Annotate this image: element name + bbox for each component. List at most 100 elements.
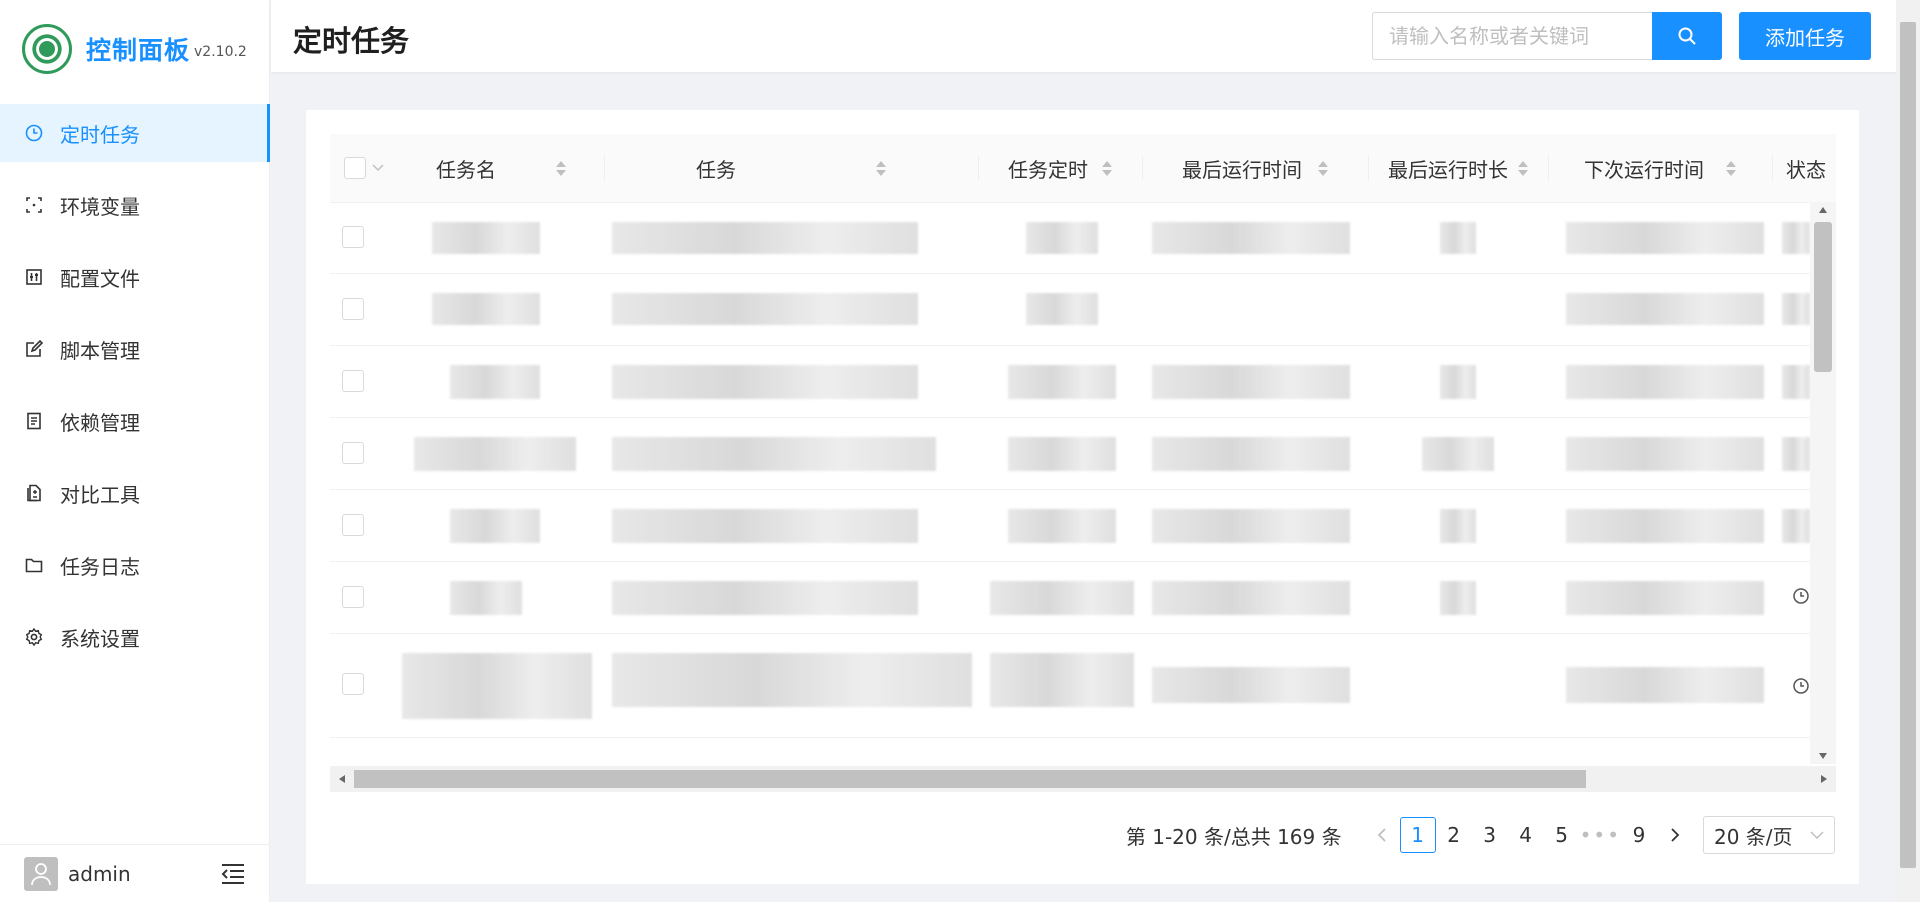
blurred-cell (1782, 222, 1810, 254)
sidebar-item-config[interactable]: 配置文件 (0, 248, 270, 306)
user-icon (31, 862, 51, 885)
row-checkbox[interactable] (342, 514, 364, 536)
clock-icon (24, 123, 44, 143)
chevron-down-icon[interactable] (372, 164, 384, 172)
blurred-cell (1566, 222, 1764, 254)
menu-collapse-icon[interactable] (220, 863, 246, 885)
column-header-schedule[interactable]: 任务定时 (978, 134, 1142, 202)
sort-icon[interactable] (556, 160, 566, 176)
page-size-select[interactable]: 20 条/页 (1703, 816, 1835, 854)
blurred-cell (1782, 437, 1810, 471)
search-input[interactable] (1372, 12, 1652, 60)
table-row[interactable] (330, 345, 1810, 418)
scroll-left-icon[interactable] (338, 774, 346, 784)
brand-version: v2.10.2 (194, 44, 247, 60)
blurred-cell (612, 581, 918, 615)
search-button[interactable] (1652, 12, 1722, 60)
blurred-cell (1440, 581, 1476, 615)
blurred-cell (1566, 509, 1764, 543)
blurred-cell (1152, 667, 1350, 703)
column-header-name[interactable]: 任务名 (398, 134, 604, 202)
page-2[interactable]: 2 (1436, 817, 1472, 853)
sidebar-item-logs[interactable]: 任务日志 (0, 536, 270, 594)
row-checkbox[interactable] (342, 226, 364, 248)
blurred-cell (990, 653, 1134, 707)
search-bar (1372, 12, 1722, 60)
add-task-button[interactable]: 添加任务 (1739, 12, 1871, 60)
column-header-command[interactable]: 任务 (604, 134, 978, 202)
page-4[interactable]: 4 (1508, 817, 1544, 853)
page-1[interactable]: 1 (1399, 817, 1436, 853)
blurred-cell (1152, 437, 1350, 471)
prev-page-button[interactable] (1364, 817, 1400, 853)
column-header-last-run[interactable]: 最后运行时间 (1142, 134, 1368, 202)
column-header-status[interactable]: 状态 (1786, 134, 1836, 202)
blurred-cell (450, 365, 540, 399)
column-header-label: 任务 (696, 157, 736, 182)
avatar[interactable] (24, 856, 58, 891)
blurred-cell (1008, 509, 1116, 543)
blurred-cell (612, 509, 918, 543)
sidebar-item-env[interactable]: 环境变量 (0, 176, 270, 234)
table-row[interactable] (330, 561, 1810, 634)
blurred-cell (612, 437, 936, 471)
blurred-cell (612, 653, 972, 707)
edit-icon (24, 339, 44, 359)
table-horizontal-scrollbar-thumb[interactable] (354, 770, 1586, 788)
page-scrollbar-thumb[interactable] (1900, 22, 1916, 868)
column-header-label: 任务定时 (1008, 157, 1088, 182)
column-header-next-run[interactable]: 下次运行时间 (1548, 134, 1772, 202)
table-vertical-scrollbar-thumb[interactable] (1814, 222, 1832, 372)
clock-icon (1793, 678, 1809, 694)
row-checkbox[interactable] (342, 370, 364, 392)
table-row[interactable] (330, 273, 1810, 346)
page-3[interactable]: 3 (1472, 817, 1508, 853)
blurred-cell (1566, 437, 1764, 471)
scroll-down-icon[interactable] (1818, 752, 1828, 760)
sidebar-item-scripts[interactable]: 脚本管理 (0, 320, 270, 378)
blurred-cell (1152, 581, 1350, 615)
sort-icon[interactable] (1102, 160, 1112, 176)
next-page-button[interactable] (1657, 817, 1693, 853)
sidebar-item-crontab[interactable]: 定时任务 (0, 104, 270, 162)
table-row[interactable] (330, 489, 1810, 562)
blurred-cell (432, 293, 540, 325)
page-scrollbar[interactable] (1896, 0, 1920, 902)
sidebar-item-label: 任务日志 (60, 554, 140, 579)
column-header-last-duration[interactable]: 最后运行时长 (1368, 134, 1548, 202)
sidebar-item-settings[interactable]: 系统设置 (0, 608, 270, 666)
sort-icon[interactable] (1518, 160, 1528, 176)
select-all-checkbox[interactable] (344, 157, 366, 179)
table-row[interactable] (330, 417, 1810, 490)
sidebar: 控制面板 v2.10.2 定时任务 环境变量 配置文件 脚本管理 依赖管理 对比… (0, 0, 270, 902)
page-ellipsis[interactable]: ••• (1580, 817, 1621, 853)
table-horizontal-scrollbar[interactable] (330, 766, 1836, 792)
row-checkbox[interactable] (342, 673, 364, 695)
row-checkbox[interactable] (342, 586, 364, 608)
blurred-cell (402, 653, 592, 719)
table-row[interactable] (330, 202, 1810, 274)
sidebar-item-diff[interactable]: 对比工具 (0, 464, 270, 522)
username[interactable]: admin (68, 862, 131, 886)
row-checkbox[interactable] (342, 298, 364, 320)
sliders-icon (24, 267, 44, 287)
sort-icon[interactable] (1318, 160, 1328, 176)
row-checkbox[interactable] (342, 442, 364, 464)
sidebar-footer: admin (0, 844, 270, 902)
sidebar-item-dependencies[interactable]: 依赖管理 (0, 392, 270, 450)
sort-icon[interactable] (876, 160, 886, 176)
brand: 控制面板 v2.10.2 (22, 24, 247, 74)
blurred-cell (450, 509, 540, 543)
blurred-cell (1782, 509, 1810, 543)
blurred-cell (1566, 293, 1764, 325)
scroll-right-icon[interactable] (1820, 774, 1828, 784)
document-icon (24, 411, 44, 431)
sort-icon[interactable] (1726, 160, 1736, 176)
sidebar-item-label: 对比工具 (60, 482, 140, 507)
table-vertical-scrollbar[interactable] (1810, 202, 1836, 764)
table-row[interactable] (330, 633, 1810, 738)
scroll-up-icon[interactable] (1818, 206, 1828, 214)
blurred-cell (1566, 581, 1764, 615)
page-5[interactable]: 5 (1544, 817, 1580, 853)
page-9[interactable]: 9 (1621, 817, 1657, 853)
